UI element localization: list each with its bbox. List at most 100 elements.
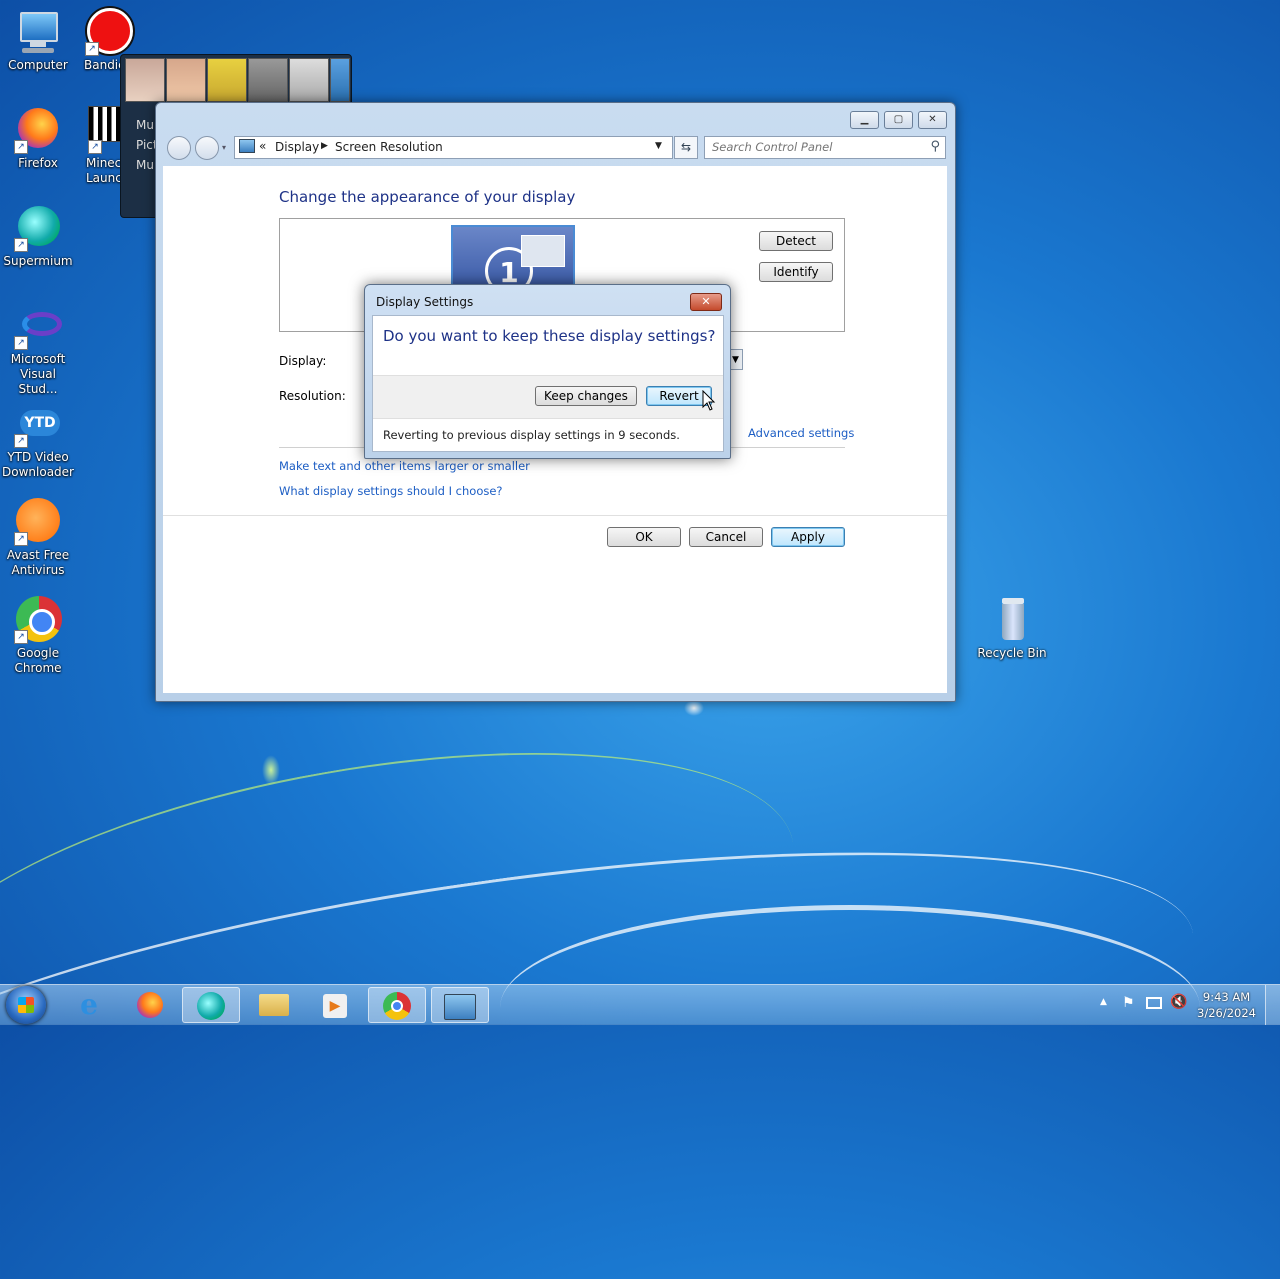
desktop-icon-label: Firefox [18, 156, 58, 170]
folder-icon [259, 994, 289, 1016]
search-box[interactable]: ⚲ [704, 136, 946, 159]
shortcut-arrow-icon: ↗ [14, 336, 28, 350]
taskbar-google-chrome[interactable] [368, 987, 426, 1023]
wallpaper-flare [262, 755, 280, 785]
clock-date: 3/26/2024 [1197, 1006, 1256, 1020]
desktop-icon-label: Computer [8, 58, 68, 72]
desktop-icon-firefox[interactable]: ↗ Firefox [0, 106, 76, 171]
firefox-icon: ↗ [14, 106, 62, 154]
action-center-flag-icon[interactable]: ⚑ [1122, 995, 1135, 1011]
monitor-1-thumbnail[interactable]: 1 [451, 225, 575, 295]
identify-button[interactable]: Identify [759, 262, 833, 282]
taskbar: e ▶ ▲ ⚑ 🔇 9:43 AM 3/26/2024 [0, 984, 1280, 1025]
forward-button[interactable] [195, 136, 219, 160]
chrome-icon [383, 992, 411, 1020]
apply-button[interactable]: Apply [771, 527, 845, 547]
taskbar-internet-explorer[interactable]: e [60, 987, 118, 1023]
display-help-link[interactable]: What display settings should I choose? [279, 484, 503, 498]
dialog-body: Do you want to keep these display settin… [372, 315, 724, 452]
gallery-thumbnail[interactable] [125, 58, 165, 102]
media-player-icon: ▶ [323, 994, 347, 1018]
taskbar-file-explorer[interactable] [245, 987, 303, 1023]
desktop-icon-google-chrome[interactable]: ↗ Google Chrome [0, 596, 76, 676]
ytd-icon: YTD ↗ [14, 400, 62, 448]
dialog-countdown: Reverting to previous display settings i… [383, 428, 680, 442]
windows-logo-icon [18, 997, 34, 1013]
taskbar-firefox[interactable] [121, 987, 179, 1023]
shortcut-arrow-icon: ↗ [14, 140, 28, 154]
gallery-thumbnail[interactable] [166, 58, 206, 102]
desktop-icon-label: Minec Launc [86, 156, 122, 185]
dialog-title: Display Settings [376, 295, 474, 309]
desktop-icon-recycle-bin[interactable]: Recycle Bin [974, 596, 1050, 661]
refresh-icon[interactable]: ⇆ [674, 136, 698, 159]
breadcrumb-screen-resolution[interactable]: Screen Resolution [335, 140, 443, 154]
display-label: Display: [279, 354, 327, 368]
keep-changes-button[interactable]: Keep changes [535, 386, 637, 406]
show-desktop-button[interactable] [1265, 985, 1280, 1025]
breadcrumb-display[interactable]: Display [275, 140, 319, 154]
text-size-link[interactable]: Make text and other items larger or smal… [279, 459, 530, 473]
firefox-icon [137, 992, 163, 1018]
shortcut-arrow-icon: ↗ [85, 42, 99, 56]
clock[interactable]: 9:43 AM 3/26/2024 [1197, 989, 1256, 1021]
shortcut-arrow-icon: ↗ [14, 630, 28, 644]
desktop-icon-label: Avast Free Antivirus [6, 548, 70, 577]
taskbar-control-panel[interactable] [431, 987, 489, 1023]
address-dropdown-icon[interactable]: ▼ [655, 141, 662, 151]
desktop-icon-visual-studio[interactable]: ↗ Microsoft Visual Stud... [0, 302, 76, 397]
desktop-icon-avast[interactable]: ↗ Avast Free Antivirus [0, 498, 76, 578]
taskbar-supermium[interactable] [182, 987, 240, 1023]
volume-muted-icon[interactable]: 🔇 [1170, 994, 1187, 1010]
desktop-icon-computer[interactable]: Computer [0, 8, 76, 73]
desktop-icon-label: YTD Video Downloader [2, 450, 74, 479]
start-button[interactable] [6, 986, 46, 1024]
gallery-text: Mu [136, 118, 154, 132]
avast-icon: ↗ [14, 498, 62, 546]
desktop-icon-label: Supermium [3, 254, 73, 268]
search-input[interactable] [705, 137, 922, 156]
dialog-button-band: Keep changes Revert [373, 375, 723, 419]
close-button[interactable]: ✕ [918, 111, 947, 129]
shortcut-arrow-icon: ↗ [14, 238, 28, 252]
network-icon[interactable] [1146, 997, 1162, 1009]
visual-studio-icon: ↗ [14, 302, 62, 350]
resolution-label: Resolution: [279, 389, 346, 403]
ok-button[interactable]: OK [607, 527, 681, 547]
breadcrumb-overflow[interactable]: « [259, 139, 266, 153]
gallery-thumbnail[interactable] [330, 58, 350, 102]
back-button[interactable] [167, 136, 191, 160]
gallery-text: Mu [136, 158, 154, 172]
gallery-thumbnail[interactable] [207, 58, 247, 102]
clock-time: 9:43 AM [1202, 990, 1251, 1004]
cancel-button[interactable]: Cancel [689, 527, 763, 547]
gallery-thumbnail[interactable] [289, 58, 329, 102]
gallery-thumbnail[interactable] [248, 58, 288, 102]
display-settings-dialog[interactable]: Display Settings ✕ Do you want to keep t… [364, 284, 731, 459]
internet-explorer-icon: e [80, 988, 98, 1021]
desktop-icon-label: Google Chrome [14, 646, 62, 675]
shortcut-arrow-icon: ↗ [14, 532, 28, 546]
advanced-settings-link[interactable]: Advanced settings [748, 426, 854, 440]
desktop-icon-label: Recycle Bin [977, 646, 1047, 660]
bandicam-icon: ↗ [85, 8, 133, 56]
wallpaper-flare [684, 700, 704, 716]
supermium-icon: ↗ [14, 204, 62, 252]
shortcut-arrow-icon: ↗ [14, 434, 28, 448]
dialog-close-button[interactable]: ✕ [690, 293, 722, 311]
breadcrumb-separator-icon: ▶ [321, 141, 328, 151]
detect-button[interactable]: Detect [759, 231, 833, 251]
monitor-window-glyph [521, 235, 565, 267]
dialog-question: Do you want to keep these display settin… [383, 327, 716, 345]
minimize-button[interactable]: ▁ [850, 111, 879, 129]
taskbar-media-player[interactable]: ▶ [306, 987, 364, 1023]
recycle-bin-icon [988, 596, 1036, 644]
search-icon[interactable]: ⚲ [930, 139, 940, 154]
chrome-icon: ↗ [14, 596, 62, 644]
desktop-icon-supermium[interactable]: ↗ Supermium [0, 204, 76, 269]
recent-pages-chevron-icon[interactable]: ▾ [222, 143, 226, 152]
desktop-icon-ytd-downloader[interactable]: YTD ↗ YTD Video Downloader [0, 400, 76, 480]
show-hidden-icons-button[interactable]: ▲ [1100, 997, 1107, 1007]
address-bar[interactable]: « Display ▶ Screen Resolution ▼ [234, 136, 673, 159]
maximize-button[interactable]: ▢ [884, 111, 913, 129]
